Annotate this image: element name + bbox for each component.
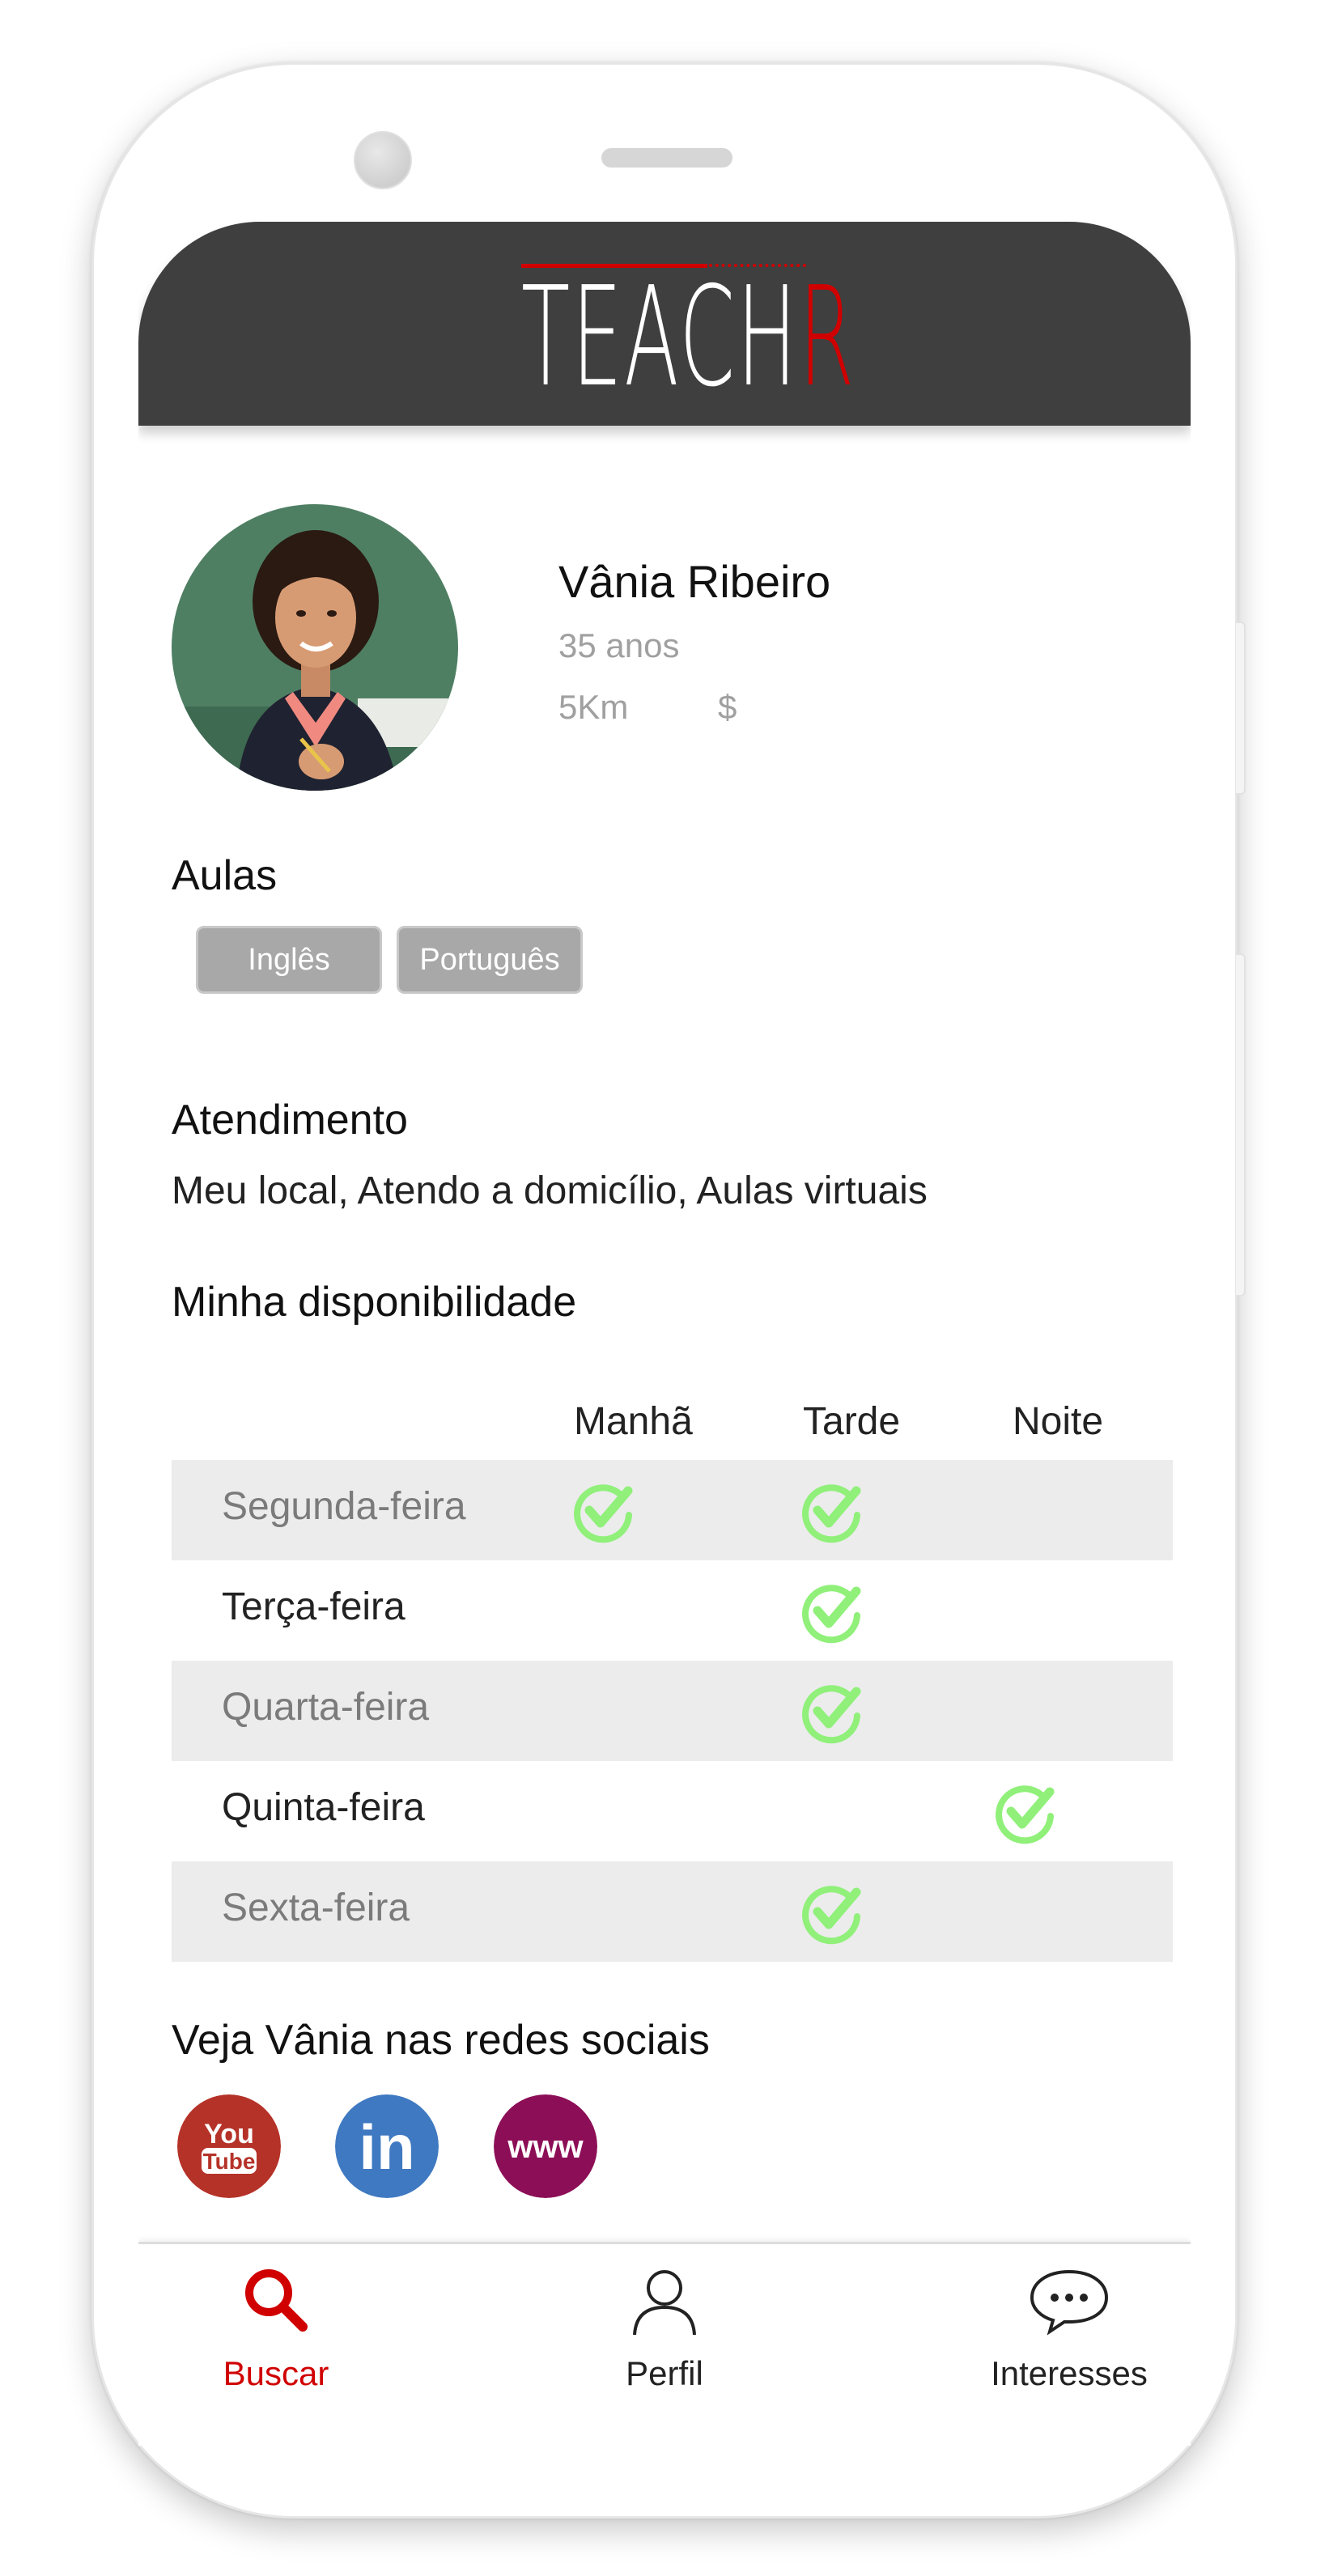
day-label: Quinta-feira — [222, 1786, 425, 1829]
website-icon: www — [494, 2094, 597, 2198]
day-label: Terça-feira — [222, 1585, 405, 1628]
youtube-tube-text: Tube — [203, 2149, 256, 2174]
teacher-distance: 5Km — [558, 688, 629, 726]
column-header-morning: Manhã — [574, 1400, 693, 1443]
service-heading: Atendimento — [172, 1097, 408, 1144]
check-icon — [798, 1578, 864, 1644]
teacher-age: 35 anos — [558, 626, 680, 664]
service-modes: Meu local, Atendo a domicílio, Aulas vir… — [172, 1169, 928, 1212]
tab-buscar-label: Buscar — [223, 2354, 329, 2392]
user-icon — [633, 2270, 696, 2336]
tab-perfil[interactable]: Perfil — [543, 2244, 786, 2430]
tab-perfil-label: Perfil — [626, 2354, 703, 2392]
day-label: Segunda-feira — [222, 1485, 466, 1528]
check-icon — [798, 1478, 864, 1544]
column-header-night: Noite — [1013, 1400, 1104, 1443]
teacher-name: Vânia Ribeiro — [558, 556, 831, 607]
column-header-afternoon: Tarde — [803, 1400, 901, 1443]
front-camera — [354, 131, 412, 189]
search-icon — [245, 2269, 308, 2332]
teacher-price: $ — [718, 688, 737, 726]
check-icon — [798, 1678, 864, 1745]
tab-interesses-label: Interesses — [991, 2354, 1148, 2392]
check-icon — [991, 1779, 1058, 1845]
website-text: www — [507, 2129, 584, 2165]
day-label: Sexta-feira — [222, 1886, 410, 1929]
logo-text-accent: R — [798, 257, 856, 418]
class-tag-ingles[interactable]: Inglês — [196, 926, 382, 994]
availability-row: Quinta-feira — [172, 1761, 1173, 1861]
website-link[interactable]: www — [494, 2094, 597, 2198]
app-screen: TEACHR Vânia Ribeiro 35 anos 5Km $ Aulas… — [138, 222, 1191, 2446]
logo-text-main: TEACH — [521, 257, 799, 418]
linkedin-link[interactable]: in — [335, 2094, 439, 2198]
youtube-icon: You Tube — [177, 2094, 281, 2198]
check-icon — [570, 1478, 636, 1544]
availability-heading: Minha disponibilidade — [172, 1279, 577, 1326]
chat-bubble-icon — [1030, 2269, 1109, 2336]
linkedin-text: in — [359, 2111, 414, 2183]
linkedin-icon: in — [335, 2094, 439, 2198]
bottom-tab-bar: Buscar Perfil Interesses — [138, 2242, 1191, 2446]
check-icon — [798, 1879, 864, 1946]
tab-interesses[interactable]: Interesses — [948, 2244, 1191, 2430]
class-tag-portugues[interactable]: Português — [397, 926, 583, 994]
availability-row: Terça-feira — [172, 1560, 1173, 1661]
availability-row: Sexta-feira — [172, 1861, 1173, 1962]
youtube-you-text: You — [204, 2119, 254, 2149]
tab-buscar[interactable]: Buscar — [155, 2244, 397, 2430]
teacher-avatar — [172, 504, 458, 791]
speaker-grille — [601, 148, 732, 168]
youtube-link[interactable]: You Tube — [177, 2094, 281, 2198]
social-heading: Veja Vânia nas redes sociais — [172, 2017, 710, 2064]
app-header: TEACHR — [138, 222, 1191, 426]
volume-button — [1236, 953, 1246, 1296]
day-label: Quarta-feira — [222, 1686, 430, 1729]
logo-wordmark: TEACHR — [521, 269, 856, 406]
classes-heading: Aulas — [172, 852, 278, 899]
availability-row: Segunda-feira — [172, 1460, 1173, 1560]
power-button — [1236, 622, 1246, 795]
availability-row: Quarta-feira — [172, 1661, 1173, 1761]
teachr-logo: TEACHR — [521, 244, 854, 406]
